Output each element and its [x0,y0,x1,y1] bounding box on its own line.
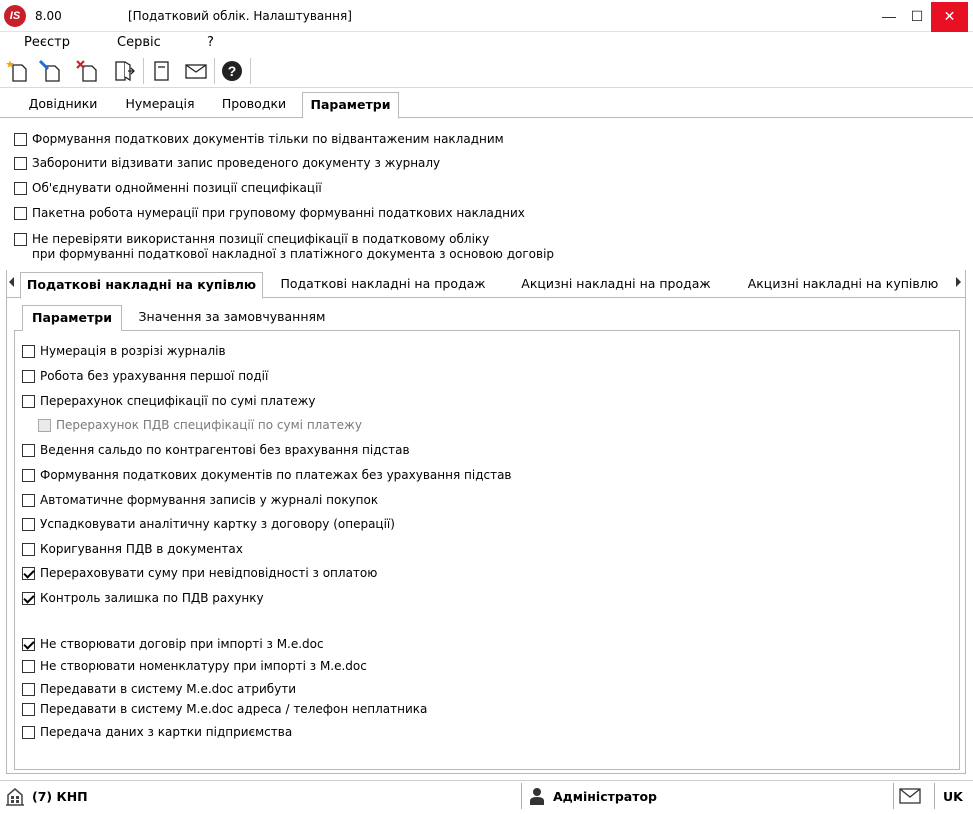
scroll-left-icon[interactable] [9,277,14,287]
toolbar-separator [250,58,251,84]
tab-sale-excise-invoices[interactable]: Акцизні накладні на продаж [508,272,724,298]
user-name[interactable]: Адміністратор [553,789,657,804]
user-icon [529,787,545,808]
tab-purchase-tax-invoices[interactable]: Податкові накладні на купівлю [20,272,263,299]
checkbox[interactable] [22,703,35,716]
option-label: Перерахунок специфікації по сумі платежу [40,394,316,408]
option-label: Не створювати номенклатуру при імпорті з… [40,659,367,673]
option-label: Передача даних з картки підприємства [40,725,293,739]
checkbox [38,419,51,432]
option-label: Формування податкових документів по плат… [40,468,512,482]
maximize-button[interactable]: ☐ [902,0,932,32]
company-name[interactable]: (7) КНП [32,789,88,804]
tab-purchase-excise-invoices[interactable]: Акцизні накладні на купівлю [738,272,948,298]
status-separator [934,783,935,809]
tab-sale-tax-invoices[interactable]: Податкові накладні на продаж [270,272,496,298]
window-title: [Податковий облік. Налаштування] [128,9,352,23]
checkbox[interactable] [22,444,35,457]
close-button[interactable]: ✕ [931,2,968,32]
toolbar-separator [143,58,144,84]
checkbox[interactable] [22,370,35,383]
svg-text:?: ? [228,63,237,79]
mail-icon[interactable] [182,57,210,85]
checkbox[interactable] [22,726,35,739]
option-label: Не перевіряти використання позиції специ… [32,232,490,246]
new-doc-icon[interactable] [4,57,32,85]
checkbox[interactable] [14,157,27,170]
checkbox-checked[interactable] [22,592,35,605]
exit-icon[interactable] [110,57,138,85]
form-icon[interactable] [148,57,176,85]
checkbox-checked[interactable] [22,567,35,580]
checkbox[interactable] [22,543,35,556]
checkbox[interactable] [22,518,35,531]
status-bar: (7) КНП Адміністратор UK [0,780,973,810]
option-label: Об'єднувати однойменні позиції специфіка… [32,181,322,195]
checkbox[interactable] [14,133,27,146]
checkbox[interactable] [14,207,27,220]
option-label: Нумерація в розрізі журналів [40,344,226,358]
option-label: Заборонити відзивати запис проведеного д… [32,156,441,170]
tab-parameters[interactable]: Параметри [302,92,399,119]
toolbar: ? [0,54,973,88]
checkbox[interactable] [14,233,27,246]
checkbox-checked[interactable] [22,638,35,651]
option-label: Не створювати договір при імпорті з M.e.… [40,637,324,651]
scroll-right-icon[interactable] [956,277,961,287]
option-label: Пакетна робота нумерації при груповому ф… [32,206,525,220]
checkbox[interactable] [22,345,35,358]
checkbox[interactable] [14,182,27,195]
option-label: Передавати в систему M.e.doc атрибути [40,682,297,696]
option-label: Перерахунок ПДВ специфікації по сумі пла… [56,418,362,432]
edit-doc-icon[interactable] [36,57,64,85]
tab-directories[interactable]: Довідники [12,92,114,118]
tab-default-values[interactable]: Значення за замовчуванням [132,305,332,331]
menu-bar: Реєстр Сервіс ? [0,33,973,53]
option-label: Ведення сальдо по контрагентові без врах… [40,443,410,457]
app-version: 8.00 [35,9,62,23]
menu-registry[interactable]: Реєстр [24,35,70,50]
minimize-button[interactable]: — [874,0,904,32]
menu-service[interactable]: Сервіс [117,35,161,50]
checkbox[interactable] [22,660,35,673]
status-separator [521,783,522,809]
tab-inner-parameters[interactable]: Параметри [22,305,122,331]
app-logo-icon: IS [4,5,26,27]
option-label: Успадковувати аналітичну картку з догово… [40,517,395,531]
tab-numbering[interactable]: Нумерація [114,92,206,118]
option-label-line2: при формуванні податкової накладної з пл… [32,247,555,261]
option-label: Передавати в систему M.e.doc адреса / те… [40,702,428,716]
option-label: Робота без урахування першої події [40,369,269,383]
option-label: Автоматичне формування записів у журналі… [40,493,379,507]
option-label: Формування податкових документів тільки … [32,132,504,146]
mail-icon[interactable] [899,787,921,808]
help-icon[interactable]: ? [218,57,246,85]
option-label: Коригування ПДВ в документах [40,542,243,556]
status-separator [893,783,894,809]
checkbox[interactable] [22,469,35,482]
tab-postings[interactable]: Проводки [206,92,302,118]
checkbox[interactable] [22,494,35,507]
menu-help[interactable]: ? [207,35,214,50]
option-label: Перераховувати суму при невідповідності … [40,566,378,580]
title-bar: IS 8.00 [Податковий облік. Налаштування]… [0,0,973,32]
checkbox[interactable] [22,395,35,408]
building-icon [4,785,26,810]
checkbox[interactable] [22,683,35,696]
language-indicator[interactable]: UK [943,789,963,804]
delete-doc-icon[interactable] [73,57,101,85]
top-tab-bar: Довідники Нумерація Проводки Параметри [0,92,973,119]
toolbar-separator [214,58,215,84]
option-label: Контроль залишка по ПДВ рахунку [40,591,264,605]
